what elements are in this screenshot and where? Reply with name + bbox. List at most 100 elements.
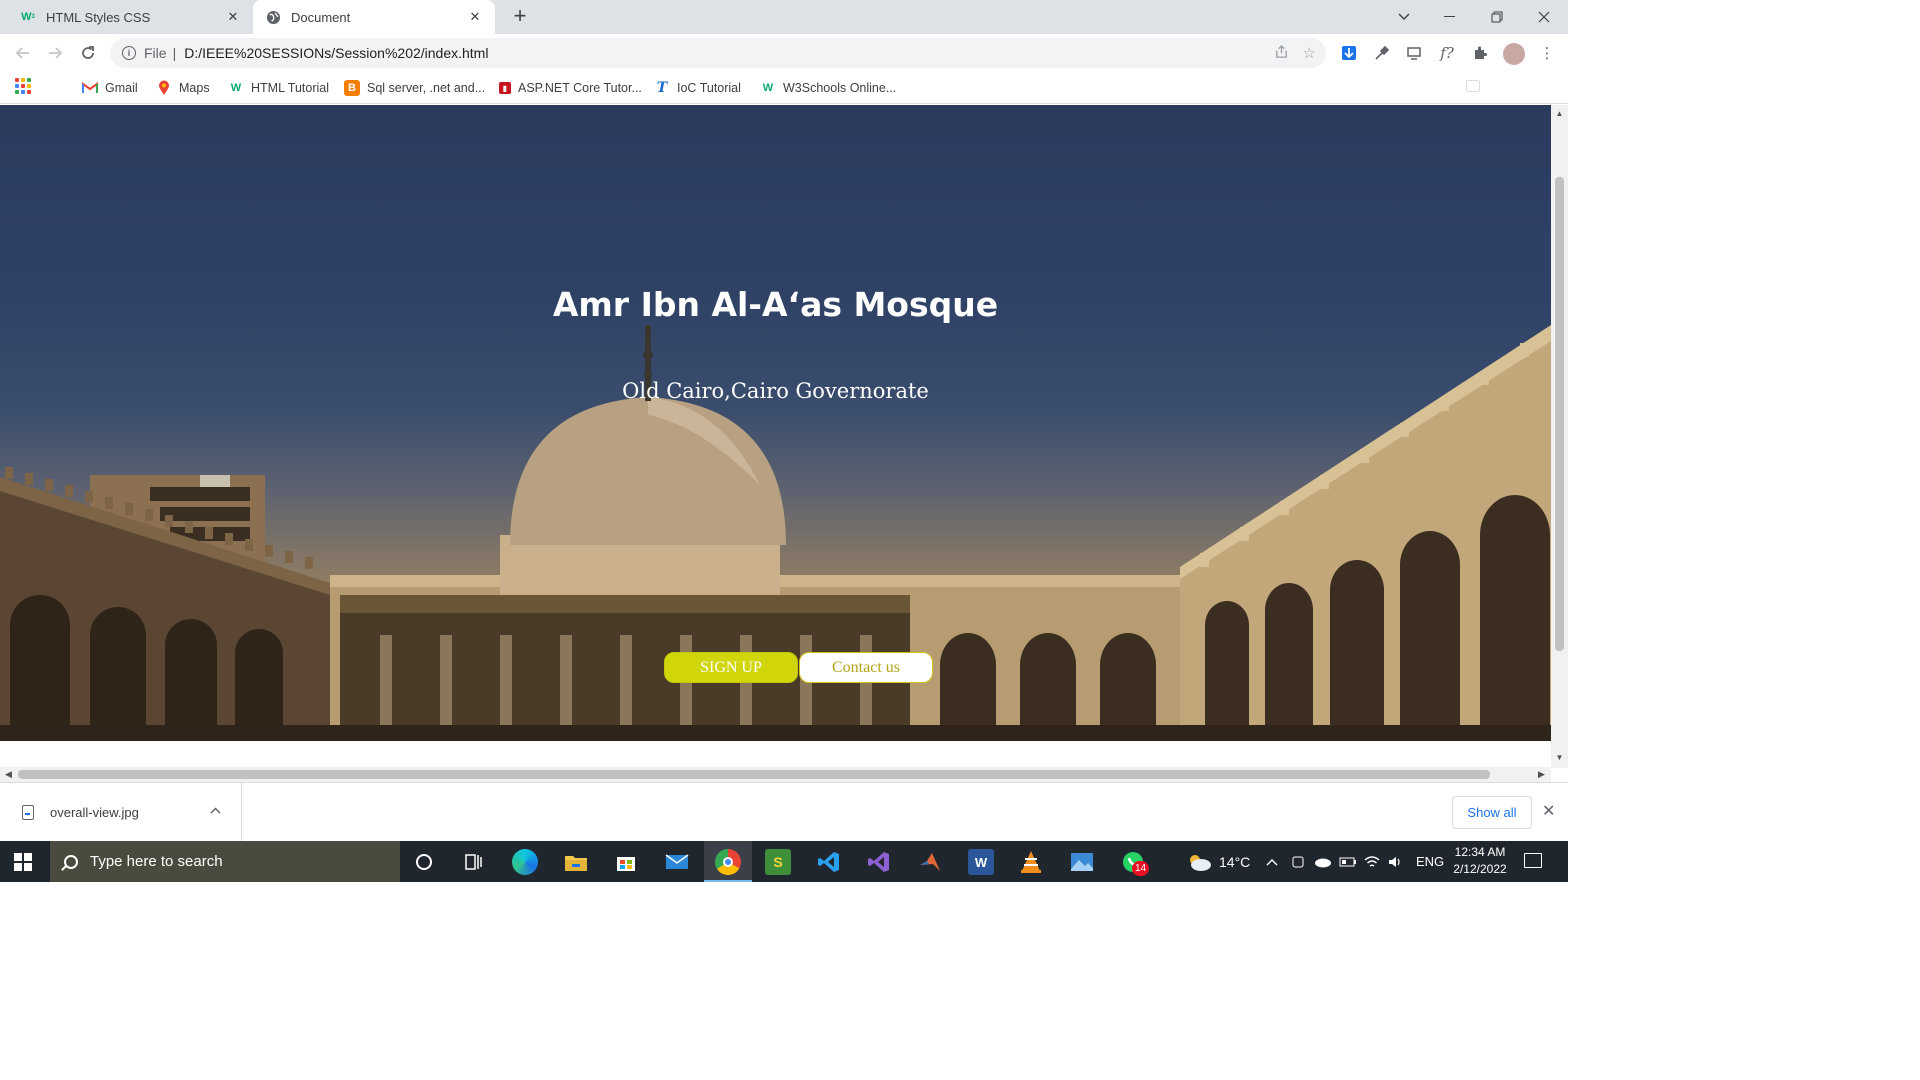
- scroll-up-icon[interactable]: ▲: [1555, 109, 1564, 119]
- close-icon[interactable]: ✕: [225, 9, 241, 25]
- bookmark-ioc-tutorial[interactable]: T IoC Tutorial: [654, 78, 741, 98]
- address-scheme: File: [144, 45, 167, 61]
- scroll-right-icon[interactable]: ▶: [1538, 769, 1545, 780]
- onedrive-icon[interactable]: [1314, 841, 1332, 882]
- menu-icon[interactable]: ⋮: [1537, 43, 1557, 63]
- profile-avatar[interactable]: [1503, 43, 1525, 65]
- eyedropper-icon[interactable]: [1372, 43, 1392, 63]
- code-editor-icon[interactable]: S: [765, 849, 791, 875]
- weather-cloud-icon: [1190, 854, 1211, 871]
- address-separator: |: [172, 45, 177, 61]
- vertical-scroll-thumb[interactable]: [1555, 177, 1564, 651]
- whatsapp-badge: 14: [1132, 861, 1149, 876]
- info-icon[interactable]: i: [122, 46, 136, 60]
- bookmark-gmail[interactable]: Gmail: [82, 78, 138, 98]
- clock[interactable]: 12:34 AM 2/12/2022: [1444, 844, 1516, 878]
- globe-icon: [265, 9, 281, 25]
- bookmark-sql-server[interactable]: B Sql server, .net and...: [344, 78, 485, 98]
- apps-icon[interactable]: [15, 78, 31, 94]
- matlab-icon[interactable]: [917, 849, 943, 875]
- edge-icon[interactable]: [512, 849, 538, 875]
- w3schools-icon: W: [230, 82, 242, 94]
- microsoft-store-icon[interactable]: [613, 849, 639, 875]
- minimize-button[interactable]: [1427, 0, 1473, 34]
- bookmark-star-icon[interactable]: ☆: [1303, 44, 1316, 63]
- cortana-icon[interactable]: [411, 849, 437, 875]
- gmail-icon: [82, 80, 98, 96]
- bookmark-label: W3Schools Online...: [783, 81, 897, 95]
- weather-widget[interactable]: 14°C: [1185, 841, 1250, 882]
- word-icon[interactable]: W: [968, 849, 994, 875]
- tab-strip: W3 HTML Styles CSS ✕ Document ✕ +: [0, 0, 1568, 34]
- language-indicator[interactable]: ENG: [1416, 841, 1444, 882]
- show-all-button[interactable]: Show all: [1452, 796, 1532, 829]
- windows-start-icon[interactable]: [14, 853, 32, 871]
- address-url: D:/IEEE%20SESSIONs/Session%202/index.htm…: [184, 45, 489, 61]
- tab-title: Document: [291, 9, 351, 25]
- search-icon: [64, 854, 78, 869]
- close-shelf-icon[interactable]: ✕: [1542, 801, 1555, 821]
- reload-button[interactable]: [75, 40, 101, 66]
- download-icon[interactable]: [1339, 43, 1359, 63]
- bookmark-label: Maps: [179, 81, 210, 95]
- bookmark-w3schools-online[interactable]: W W3Schools Online...: [760, 78, 896, 98]
- photos-icon[interactable]: [1069, 849, 1095, 875]
- horizontal-scrollbar[interactable]: ◀ ▶: [0, 767, 1551, 782]
- cast-icon[interactable]: [1404, 43, 1424, 63]
- tutorialsteacher-icon: T: [656, 80, 668, 96]
- extensions-icon[interactable]: [1470, 43, 1490, 63]
- page-viewport: Amr Ibn Al-A‘as Mosque Old Cairo,Cairo G…: [0, 105, 1551, 768]
- battery-icon[interactable]: [1339, 841, 1357, 882]
- vlc-icon[interactable]: [1018, 849, 1044, 875]
- reading-list-icon[interactable]: [1466, 80, 1480, 92]
- page-subtitle: Old Cairo,Cairo Governorate: [622, 379, 929, 403]
- tab-html-styles[interactable]: W3 HTML Styles CSS ✕: [8, 0, 253, 34]
- address-bar[interactable]: i File | D:/IEEE%20SESSIONs/Session%202/…: [110, 38, 1326, 68]
- bookmark-label: Gmail: [105, 81, 138, 95]
- horizontal-scroll-thumb[interactable]: [18, 770, 1490, 779]
- share-icon[interactable]: [1274, 44, 1289, 63]
- contact-us-button[interactable]: Contact us: [799, 652, 933, 683]
- blogger-icon: B: [344, 80, 360, 96]
- taskbar-search-box[interactable]: Type here to search: [50, 841, 400, 882]
- tab-document[interactable]: Document ✕: [253, 0, 495, 34]
- bookmark-maps[interactable]: Maps: [156, 78, 210, 98]
- mail-icon[interactable]: [664, 849, 690, 875]
- notification-icon[interactable]: [1524, 853, 1542, 868]
- vertical-scrollbar[interactable]: ▲ ▼: [1551, 105, 1568, 768]
- vscode-icon[interactable]: [816, 849, 842, 875]
- back-button[interactable]: [10, 40, 36, 66]
- forward-button[interactable]: [42, 40, 68, 66]
- whatsapp-icon[interactable]: 14: [1120, 849, 1149, 876]
- chevron-up-icon[interactable]: [210, 803, 221, 817]
- restore-button[interactable]: [1474, 0, 1520, 34]
- close-icon[interactable]: ✕: [467, 9, 483, 25]
- tab-title: HTML Styles CSS: [46, 9, 151, 25]
- download-file-name: overall-view.jpg: [50, 805, 139, 820]
- formula-icon[interactable]: f?: [1437, 43, 1457, 63]
- tray-overflow-icon[interactable]: [1266, 841, 1278, 882]
- meet-now-icon[interactable]: [1291, 841, 1305, 882]
- scroll-left-icon[interactable]: ◀: [5, 769, 12, 780]
- close-window-button[interactable]: [1521, 0, 1567, 34]
- dotnet-tutorials-icon: ▮: [499, 82, 511, 94]
- bookmark-label: IoC Tutorial: [677, 81, 741, 95]
- chrome-icon[interactable]: [715, 849, 741, 875]
- new-tab-button[interactable]: +: [508, 5, 532, 29]
- file-explorer-icon[interactable]: [563, 849, 589, 875]
- bookmark-html-tutorial[interactable]: W HTML Tutorial: [228, 78, 329, 98]
- task-view-icon[interactable]: [461, 849, 487, 875]
- scroll-down-icon[interactable]: ▼: [1555, 753, 1564, 763]
- search-placeholder: Type here to search: [90, 853, 223, 870]
- w3schools-icon: W: [762, 82, 774, 94]
- tab-search-button[interactable]: [1381, 0, 1427, 34]
- wifi-icon[interactable]: [1364, 841, 1380, 882]
- signup-button[interactable]: SIGN UP: [664, 652, 798, 683]
- volume-icon[interactable]: [1388, 841, 1404, 882]
- browser-toolbar: i File | D:/IEEE%20SESSIONs/Session%202/…: [0, 34, 1568, 72]
- download-item[interactable]: overall-view.jpg: [0, 783, 242, 842]
- visual-studio-icon[interactable]: [866, 849, 892, 875]
- bookmark-aspnet-core[interactable]: ▮ ASP.NET Core Tutor...: [499, 78, 642, 98]
- hero-section: Amr Ibn Al-A‘as Mosque Old Cairo,Cairo G…: [0, 105, 1551, 741]
- bookmark-label: Sql server, .net and...: [367, 81, 486, 95]
